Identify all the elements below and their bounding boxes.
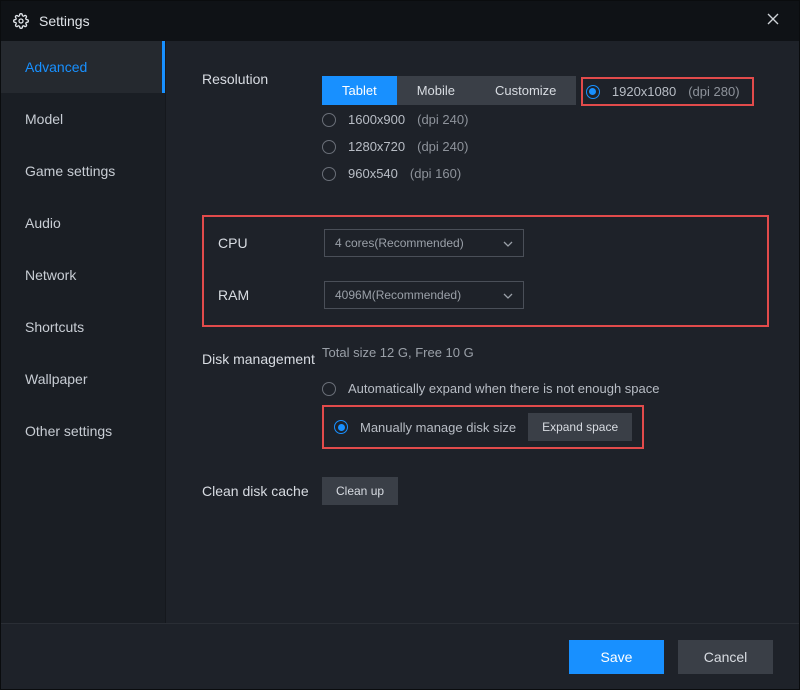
- disk-label: Disk management: [202, 345, 322, 367]
- clean-up-button[interactable]: Clean up: [322, 477, 398, 505]
- sidebar-item-model[interactable]: Model: [1, 93, 165, 145]
- radio-icon: [322, 382, 336, 396]
- titlebar-left: Settings: [13, 13, 90, 29]
- resolution-option-1600[interactable]: 1600x900 (dpi 240): [322, 106, 769, 133]
- cpu-label: CPU: [218, 229, 324, 251]
- sidebar-item-game-settings[interactable]: Game settings: [1, 145, 165, 197]
- footer: Save Cancel: [1, 623, 799, 689]
- settings-window: Settings Advanced Model Game settings Au…: [0, 0, 800, 690]
- cpu-select[interactable]: 4 cores(Recommended): [324, 229, 524, 257]
- highlight-res: 1920x1080 (dpi 280): [581, 77, 754, 106]
- resolution-option-960[interactable]: 960x540 (dpi 160): [322, 160, 769, 187]
- resolution-option-1280[interactable]: 1280x720 (dpi 240): [322, 133, 769, 160]
- resolution-option-1920[interactable]: 1920x1080 (dpi 280): [584, 80, 742, 103]
- disk-content: Total size 12 G, Free 10 G Automatically…: [322, 345, 769, 449]
- cpu-row: CPU 4 cores(Recommended): [218, 229, 753, 257]
- highlight-disk-manual: Manually manage disk size Expand space: [322, 405, 644, 449]
- disk-option-manual[interactable]: Manually manage disk size Expand space: [334, 411, 632, 443]
- cancel-button[interactable]: Cancel: [678, 640, 773, 674]
- ram-select[interactable]: 4096M(Recommended): [324, 281, 524, 309]
- resolution-label: Resolution: [202, 65, 322, 87]
- body: Advanced Model Game settings Audio Netwo…: [1, 41, 799, 623]
- sidebar-item-network[interactable]: Network: [1, 249, 165, 301]
- disk-info: Total size 12 G, Free 10 G: [322, 345, 769, 360]
- resolution-tabs: Tablet Mobile Customize: [322, 76, 576, 105]
- expand-space-button[interactable]: Expand space: [528, 413, 632, 441]
- highlight-cpu-ram: CPU 4 cores(Recommended) RAM: [202, 215, 769, 327]
- chevron-down-icon: [503, 288, 513, 302]
- save-button[interactable]: Save: [569, 640, 664, 674]
- sidebar-item-other-settings[interactable]: Other settings: [1, 405, 165, 457]
- disk-option-auto[interactable]: Automatically expand when there is not e…: [322, 374, 769, 403]
- radio-icon: [322, 167, 336, 181]
- radio-icon: [334, 420, 348, 434]
- sidebar-item-audio[interactable]: Audio: [1, 197, 165, 249]
- ram-row: RAM 4096M(Recommended): [218, 281, 753, 309]
- close-button[interactable]: [759, 8, 787, 34]
- sidebar-item-shortcuts[interactable]: Shortcuts: [1, 301, 165, 353]
- disk-row: Disk management Total size 12 G, Free 10…: [202, 345, 769, 449]
- sidebar-item-wallpaper[interactable]: Wallpaper: [1, 353, 165, 405]
- sidebar-item-advanced[interactable]: Advanced: [1, 41, 165, 93]
- tab-mobile[interactable]: Mobile: [397, 76, 475, 105]
- radio-icon: [322, 113, 336, 127]
- tab-customize[interactable]: Customize: [475, 76, 576, 105]
- ram-label: RAM: [218, 281, 324, 303]
- gear-icon: [13, 13, 29, 29]
- main-panel: Resolution Tablet Mobile Customize 1920x…: [166, 41, 799, 623]
- chevron-down-icon: [503, 236, 513, 250]
- resolution-row: Resolution Tablet Mobile Customize 1920x…: [202, 65, 769, 187]
- radio-icon: [586, 85, 600, 99]
- window-title: Settings: [39, 13, 90, 29]
- sidebar: Advanced Model Game settings Audio Netwo…: [1, 41, 166, 623]
- radio-icon: [322, 140, 336, 154]
- clean-label: Clean disk cache: [202, 477, 322, 499]
- clean-row: Clean disk cache Clean up: [202, 477, 769, 505]
- resolution-content: Tablet Mobile Customize 1920x1080 (dpi 2…: [322, 65, 769, 187]
- close-icon: [767, 13, 779, 25]
- tab-tablet[interactable]: Tablet: [322, 76, 397, 105]
- titlebar: Settings: [1, 1, 799, 41]
